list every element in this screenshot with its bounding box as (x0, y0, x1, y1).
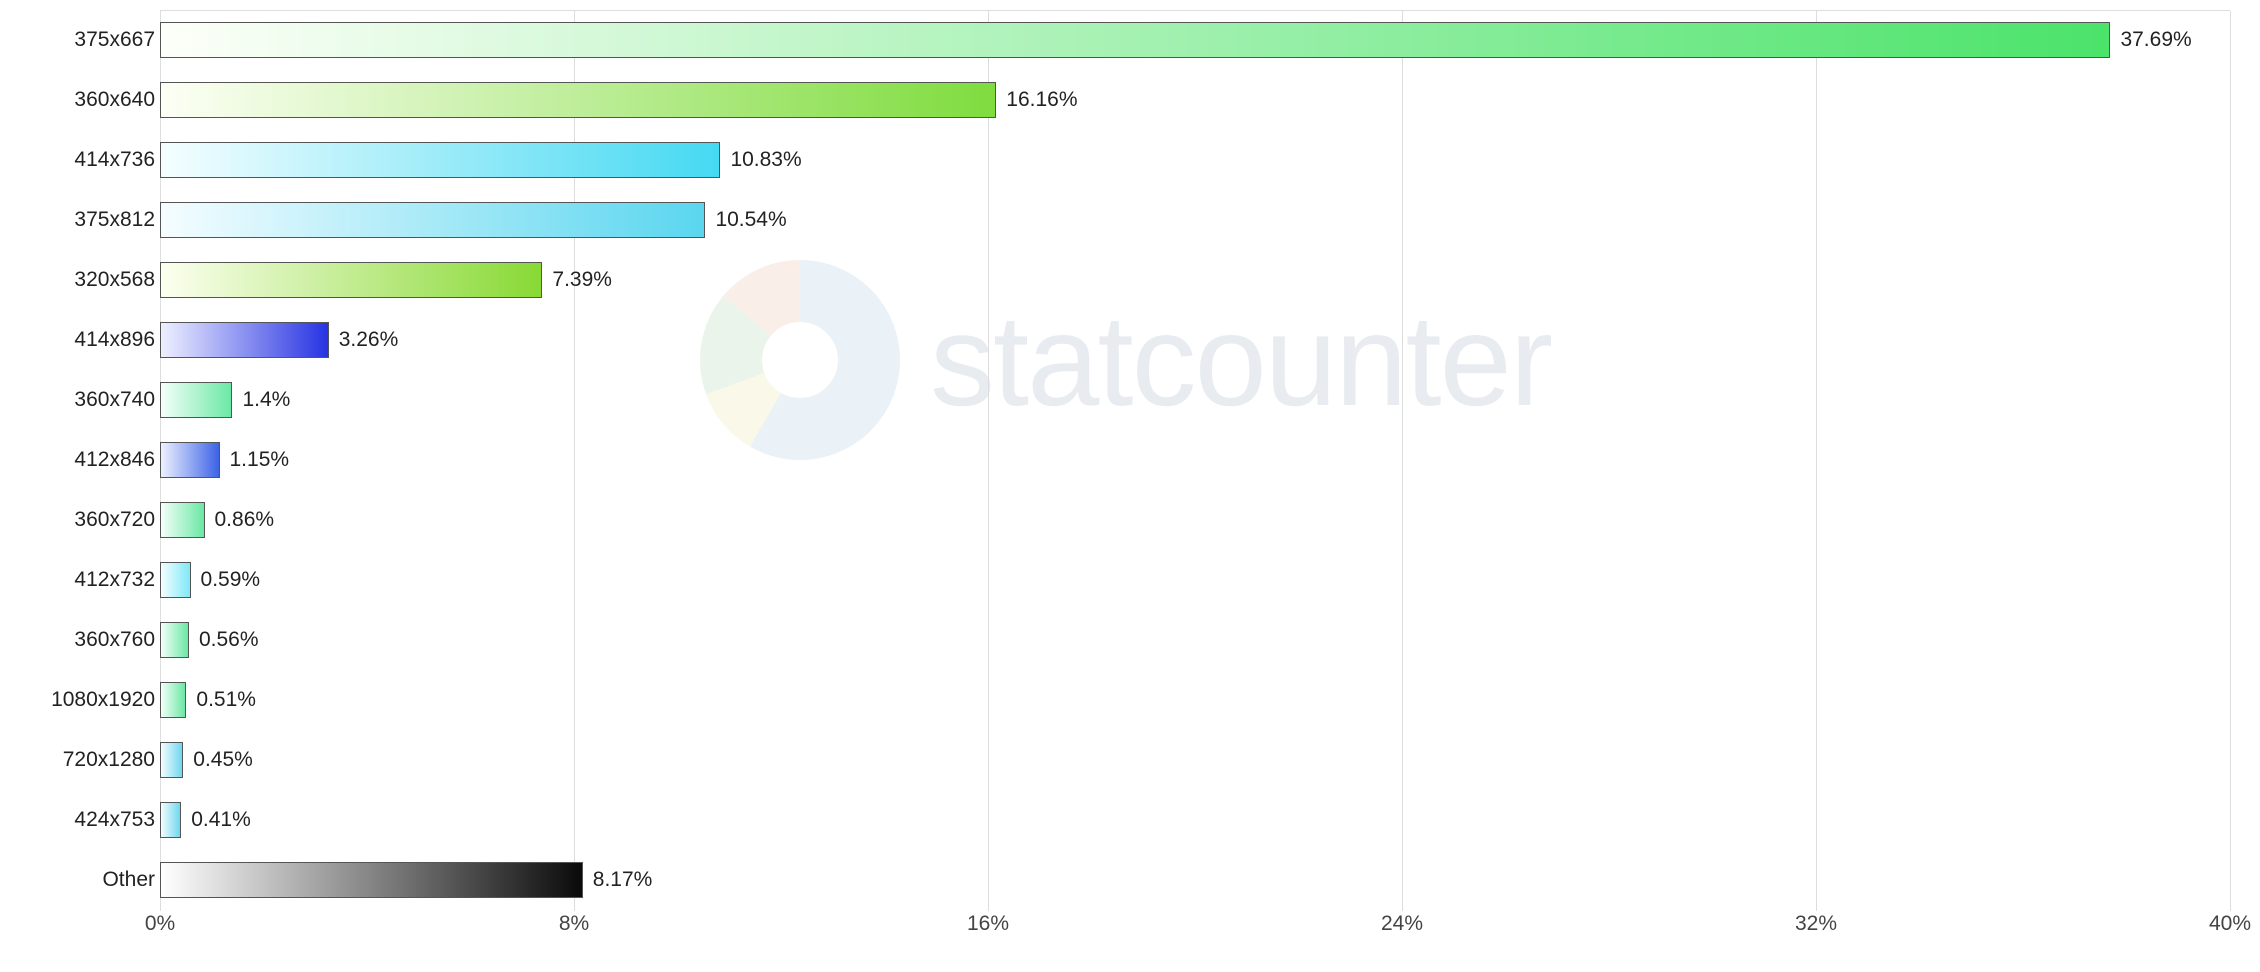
bar[interactable] (160, 382, 232, 418)
bar[interactable] (160, 682, 186, 718)
value-label: 10.54% (715, 208, 786, 232)
value-label: 10.83% (730, 148, 801, 172)
value-label: 0.41% (191, 808, 251, 832)
value-label: 3.26% (339, 328, 399, 352)
x-tick-label: 8% (559, 912, 589, 936)
bar[interactable] (160, 82, 996, 118)
bar[interactable] (160, 742, 183, 778)
category-label: 360x720 (74, 508, 155, 532)
bar-row: 375x667 37.69% (0, 18, 2260, 62)
value-label: 16.16% (1006, 88, 1077, 112)
category-label: 412x846 (74, 448, 155, 472)
value-label: 0.51% (196, 688, 256, 712)
bar-row: Other 8.17% (0, 858, 2260, 902)
value-label: 1.15% (230, 448, 290, 472)
x-tick-label: 16% (967, 912, 1009, 936)
bar-row: 414x896 3.26% (0, 318, 2260, 362)
category-label: 424x753 (74, 808, 155, 832)
x-tick-label: 24% (1381, 912, 1423, 936)
category-label: 414x896 (74, 328, 155, 352)
category-label: 720x1280 (63, 748, 155, 772)
x-tick-label: 40% (2209, 912, 2251, 936)
value-label: 0.56% (199, 628, 259, 652)
bar[interactable] (160, 442, 220, 478)
category-label: Other (102, 868, 155, 892)
bar[interactable] (160, 202, 705, 238)
bar-row: 412x732 0.59% (0, 558, 2260, 602)
category-label: 320x568 (74, 268, 155, 292)
category-label: 360x640 (74, 88, 155, 112)
value-label: 0.59% (201, 568, 261, 592)
bar[interactable] (160, 322, 329, 358)
bar-row: 720x1280 0.45% (0, 738, 2260, 782)
category-label: 1080x1920 (51, 688, 155, 712)
value-label: 8.17% (593, 868, 653, 892)
bar[interactable] (160, 562, 191, 598)
x-tick-label: 0% (145, 912, 175, 936)
bar[interactable] (160, 622, 189, 658)
bar-row: 414x736 10.83% (0, 138, 2260, 182)
bar-chart: statcounter 0%8%16%24%32%40%375x66737.69… (0, 0, 2260, 972)
bar[interactable] (160, 862, 583, 898)
bar-row: 360x740 1.4% (0, 378, 2260, 422)
bar-row: 1080x1920 0.51% (0, 678, 2260, 722)
x-tick-label: 32% (1795, 912, 1837, 936)
bar-row: 424x753 0.41% (0, 798, 2260, 842)
category-label: 375x667 (74, 28, 155, 52)
value-label: 7.39% (552, 268, 612, 292)
bar-row: 360x760 0.56% (0, 618, 2260, 662)
bar[interactable] (160, 802, 181, 838)
category-label: 375x812 (74, 208, 155, 232)
bar-row: 320x568 7.39% (0, 258, 2260, 302)
bar[interactable] (160, 262, 542, 298)
value-label: 37.69% (2120, 28, 2191, 52)
bar[interactable] (160, 22, 2110, 58)
category-label: 414x736 (74, 148, 155, 172)
value-label: 0.86% (215, 508, 275, 532)
bar-row: 360x640 16.16% (0, 78, 2260, 122)
bar[interactable] (160, 142, 720, 178)
value-label: 1.4% (242, 388, 290, 412)
bar-row: 360x720 0.86% (0, 498, 2260, 542)
bar-row: 412x846 1.15% (0, 438, 2260, 482)
value-label: 0.45% (193, 748, 253, 772)
category-label: 412x732 (74, 568, 155, 592)
bar-row: 375x812 10.54% (0, 198, 2260, 242)
category-label: 360x760 (74, 628, 155, 652)
bar[interactable] (160, 502, 205, 538)
category-label: 360x740 (74, 388, 155, 412)
